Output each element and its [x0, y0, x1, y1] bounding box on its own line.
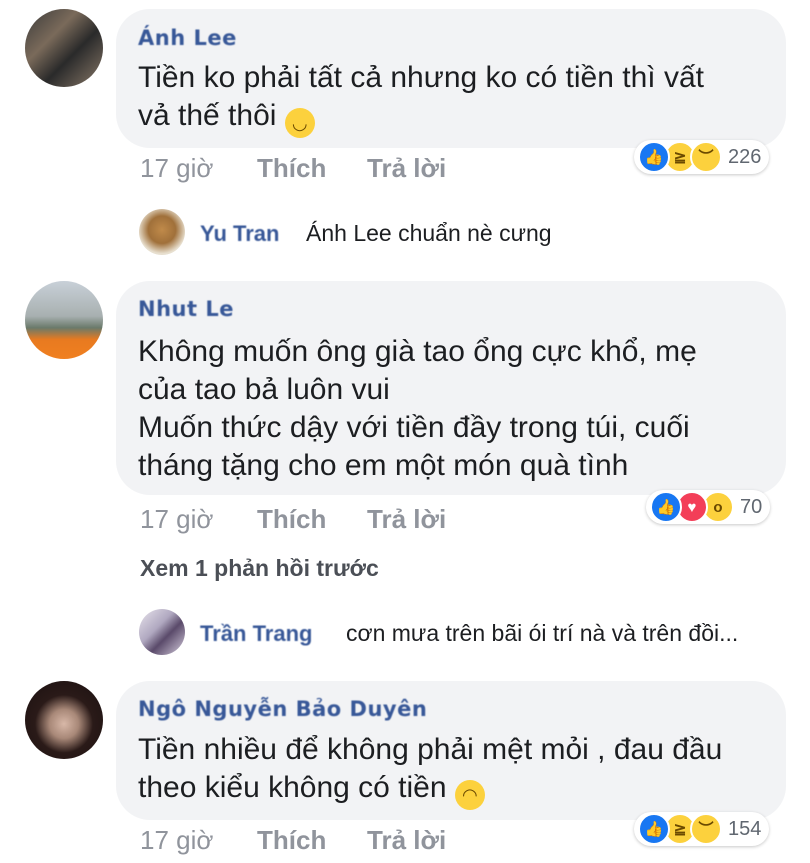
comment-text: Tiền ko phải tất cả nhưng ko có tiền thì… — [138, 59, 768, 138]
reactions-summary[interactable]: 👍 ≧ ︶ 154 — [634, 812, 770, 846]
like-button[interactable]: Thích — [257, 504, 326, 535]
like-reaction-icon: 👍 — [638, 141, 670, 173]
comment-text-line: Không muốn ông già tao ổng cực khổ, mẹ — [138, 335, 697, 368]
like-reaction-icon: 👍 — [650, 491, 682, 523]
reply-button[interactable]: Trả lời — [367, 153, 446, 184]
reply-author[interactable]: Yu Tran — [200, 221, 279, 247]
like-button[interactable]: Thích — [257, 153, 326, 184]
comment-text-line: vả thế thôi — [138, 99, 277, 132]
reply-avatar[interactable] — [139, 209, 185, 255]
comment-time[interactable]: 17 giờ — [140, 504, 213, 535]
reactions-summary[interactable]: 👍 ♥ o 70 — [646, 490, 771, 524]
avatar[interactable] — [25, 681, 103, 759]
reply-avatar[interactable] — [139, 609, 185, 655]
comment-text-line: Muốn thức dậy với tiền đầy trong túi, cu… — [138, 411, 690, 444]
relieved-face-icon: ◡ — [284, 108, 315, 138]
sad-reaction-icon: ︶ — [690, 141, 722, 173]
avatar[interactable] — [25, 281, 103, 359]
reply-button[interactable]: Trả lời — [367, 825, 446, 856]
avatar[interactable] — [25, 9, 103, 87]
upside-down-face-icon: ◠ — [454, 780, 485, 810]
comment-text: Không muốn ông già tao ổng cực khổ, mẹ c… — [138, 333, 768, 485]
reaction-count: 226 — [728, 145, 762, 168]
reaction-count: 154 — [728, 817, 762, 840]
comment-time[interactable]: 17 giờ — [140, 825, 213, 856]
comment-time[interactable]: 17 giờ — [140, 153, 213, 184]
view-previous-replies-link[interactable]: Xem 1 phản hồi trước — [140, 555, 379, 582]
reply-button[interactable]: Trả lời — [367, 504, 446, 535]
reactions-summary[interactable]: 👍 ≧ ︶ 226 — [634, 140, 770, 174]
comment-author[interactable]: Ngô Nguyễn Bảo Duyên — [138, 697, 427, 721]
like-reaction-icon: 👍 — [638, 813, 670, 845]
comment-text-line: tháng tặng cho em một món quà tình — [138, 449, 629, 482]
comment-author[interactable]: Ánh Lee — [138, 26, 237, 50]
reply-text[interactable]: cơn mưa trên bãi ói trí nà và trên đồi..… — [346, 620, 738, 647]
like-button[interactable]: Thích — [257, 825, 326, 856]
comment-text-line: của tao bả luôn vui — [138, 373, 390, 406]
reply-author[interactable]: Trần Trang — [200, 621, 312, 647]
comment-text-line: theo kiểu không có tiền — [138, 771, 447, 804]
reaction-count: 70 — [740, 495, 763, 518]
reply-text[interactable]: Ánh Lee chuẩn nè cưng — [306, 220, 552, 247]
comment-text-line: Tiền ko phải tất cả nhưng ko có tiền thì… — [138, 61, 704, 94]
comment-author[interactable]: Nhut Le — [138, 297, 234, 321]
sad-reaction-icon: ︶ — [690, 813, 722, 845]
comment-text-line: Tiền nhiều để không phải mệt mỏi , đau đ… — [138, 733, 723, 766]
comment-text: Tiền nhiều để không phải mệt mỏi , đau đ… — [138, 731, 768, 810]
